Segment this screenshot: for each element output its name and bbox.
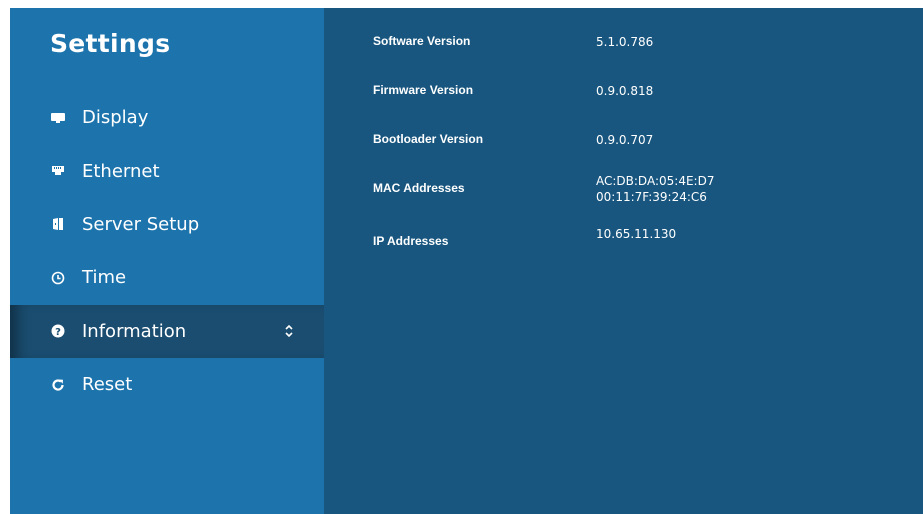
sidebar-item-server-setup[interactable]: Server Setup	[10, 198, 324, 251]
sidebar-item-information[interactable]: ? Information	[10, 304, 324, 358]
sidebar-item-label: Time	[82, 267, 127, 289]
mac-address-value: AC:DB:DA:05:4E:D7	[596, 174, 715, 188]
sidebar-item-label: Information	[82, 320, 187, 342]
ip-addresses-label: IP Addresses	[373, 234, 449, 248]
refresh-icon	[51, 378, 65, 392]
sidebar-item-label: Display	[82, 107, 149, 129]
software-version-label: Software Version	[373, 34, 471, 48]
sidebar-item-label: Ethernet	[82, 160, 160, 182]
chevron-updown-icon[interactable]	[284, 305, 294, 358]
page-title: Settings	[50, 29, 171, 58]
information-panel: Software Version 5.1.0.786 Firmware Vers…	[324, 8, 923, 514]
software-version-value: 5.1.0.786	[596, 35, 654, 49]
mac-addresses-label: MAC Addresses	[373, 181, 465, 195]
sidebar-item-label: Server Setup	[82, 213, 200, 235]
sidebar-item-ethernet[interactable]: Ethernet	[10, 144, 324, 197]
sidebar-item-reset[interactable]: Reset	[10, 358, 324, 411]
settings-window: Settings Display Ethernet Server Setup T…	[10, 8, 923, 514]
sidebar-menu: Display Ethernet Server Setup Time ? Inf…	[10, 91, 324, 411]
mac-address-value: 00:11:7F:39:24:C6	[596, 190, 707, 204]
firmware-version-value: 0.9.0.818	[596, 84, 654, 98]
sidebar-item-display[interactable]: Display	[10, 91, 324, 144]
ip-address-value: 10.65.11.130	[596, 227, 677, 241]
sidebar-item-label: Reset	[82, 374, 133, 396]
bootloader-version-value: 0.9.0.707	[596, 133, 654, 147]
svg-text:?: ?	[55, 327, 61, 338]
sidebar-item-time[interactable]: Time	[10, 251, 324, 304]
bootloader-version-label: Bootloader Version	[373, 132, 484, 146]
clock-icon	[51, 271, 65, 285]
firmware-version-label: Firmware Version	[373, 83, 474, 97]
help-circle-icon: ?	[51, 324, 65, 338]
ethernet-icon	[51, 164, 65, 178]
sidebar: Settings Display Ethernet Server Setup T…	[10, 8, 324, 514]
server-icon	[51, 217, 65, 231]
monitor-icon	[51, 111, 65, 125]
